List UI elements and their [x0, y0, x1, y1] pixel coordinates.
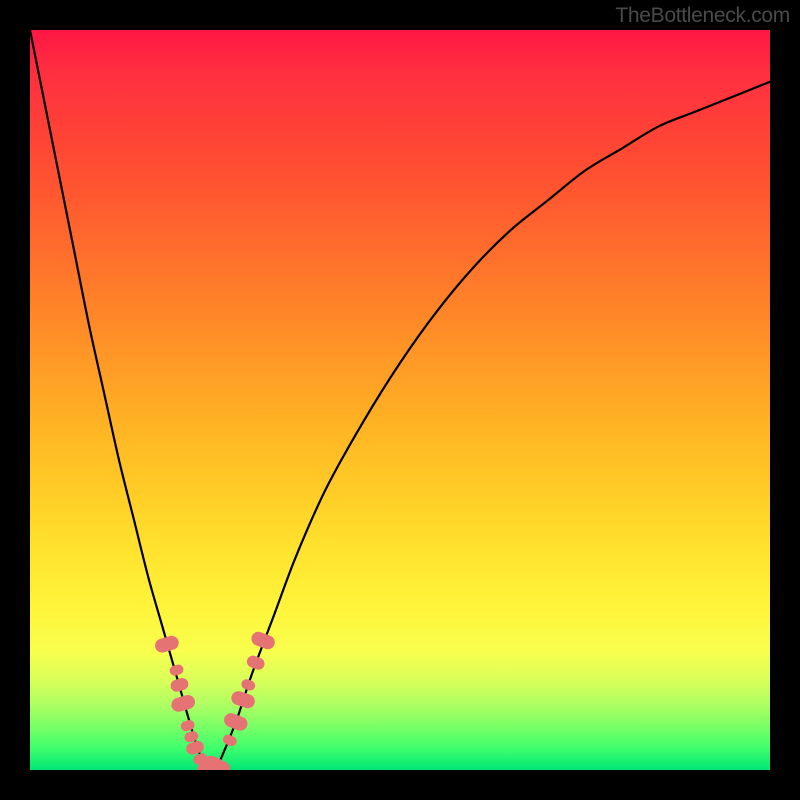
data-marker: [230, 689, 257, 710]
plot-area: [30, 30, 770, 770]
bottleneck-curve: [30, 30, 770, 770]
data-marker: [249, 630, 276, 652]
data-marker: [168, 663, 184, 676]
data-marker: [180, 719, 196, 732]
data-marker: [170, 693, 197, 713]
data-marker: [245, 654, 266, 672]
data-marker: [222, 711, 249, 733]
data-markers: [153, 630, 276, 770]
data-marker: [240, 678, 256, 692]
chart-svg: [30, 30, 770, 770]
data-marker: [221, 733, 238, 747]
data-marker: [153, 634, 180, 654]
chart-frame: TheBottleneck.com: [0, 0, 800, 800]
watermark-text: TheBottleneck.com: [615, 4, 790, 28]
data-marker: [169, 677, 190, 693]
